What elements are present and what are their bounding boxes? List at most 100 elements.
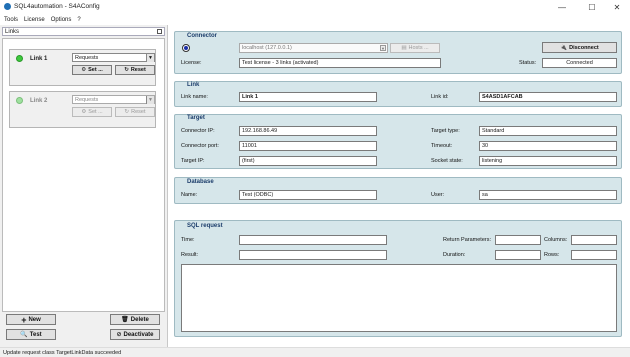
app-icon — [4, 3, 11, 10]
status-bar: Update request class TargetLinkData succ… — [0, 347, 630, 357]
disconnect-button[interactable]: 🔌 Disconnect — [542, 42, 617, 53]
link-2-set-button[interactable]: ⚙ Set ... — [72, 107, 112, 117]
sql-result-field — [239, 250, 387, 260]
rows-label: Rows: — [544, 252, 560, 258]
search-icon: 🔍 — [20, 332, 28, 338]
menu-tools[interactable]: Tools — [4, 17, 18, 23]
gear-icon: ⚙ — [81, 67, 87, 73]
link-card-2[interactable]: Link 2 Requests ▼ ⚙ Set ... ↻ Reset — [9, 91, 156, 128]
target-title: Target — [187, 115, 205, 121]
target-type-field[interactable]: Standard — [479, 126, 617, 136]
refresh-icon: ↻ — [124, 109, 130, 115]
rows-field — [571, 250, 617, 260]
menu-help[interactable]: ? — [77, 17, 80, 23]
connector-port-label: Connector port: — [181, 143, 219, 149]
link-2-request-select[interactable]: Requests ▼ — [72, 95, 155, 104]
db-user-label: User: — [431, 192, 445, 198]
sql-time-field — [239, 235, 387, 245]
sql-result-label: Result: — [181, 252, 199, 258]
sql-request-group: SQL request Time: Result: Return Paramet… — [174, 220, 622, 337]
plug-icon: 🔌 — [560, 44, 568, 51]
link-1-set-button[interactable]: ⚙ Set ... — [72, 65, 112, 75]
target-ip-field[interactable]: (first) — [239, 156, 377, 166]
connector-ip-label: Connector IP: — [181, 128, 215, 134]
license-field: Test license - 3 links (activated) — [239, 58, 441, 68]
delete-link-button[interactable]: 🗑 Delete — [110, 314, 160, 325]
status-label: Status: — [519, 60, 537, 66]
connector-port-field[interactable]: 11001 — [239, 141, 377, 151]
socket-state-label: Socket state: — [431, 158, 463, 164]
columns-field — [571, 235, 617, 245]
close-button[interactable]: ✕ — [606, 1, 628, 13]
window-title: SQL4automation - S4AConfig — [14, 3, 100, 10]
license-label: License: — [181, 60, 202, 66]
status-field: Connected — [542, 58, 617, 68]
link-1-request-value: Requests — [75, 55, 99, 61]
status-led-icon — [16, 55, 23, 62]
columns-label: Columns: — [544, 237, 568, 243]
deactivate-link-button[interactable]: ⊘ Deactivate — [110, 329, 160, 340]
server-icon: ▤ — [401, 45, 407, 51]
link-1-reset-button[interactable]: ↻ Reset — [115, 65, 155, 75]
server-select[interactable]: localhost (127.0.0.1) ▼ — [239, 43, 388, 53]
db-user-field[interactable]: sa — [479, 190, 617, 200]
target-ip-label: Target IP: — [181, 158, 205, 164]
gear-icon: ⚙ — [81, 109, 87, 115]
menu-bar: Tools License Options ? — [0, 14, 630, 25]
database-title: Database — [187, 179, 214, 185]
connector-group: Connector localhost (127.0.0.1) ▼ ▤ Hosts… — [174, 31, 622, 74]
db-name-label: Name: — [181, 192, 198, 198]
link-id-field: S4ASD1AFCAB — [479, 92, 617, 102]
hosts-button[interactable]: ▤ Hosts ... — [390, 43, 440, 53]
link-name-label: Link name: — [181, 94, 208, 100]
target-type-label: Target type: — [431, 128, 460, 134]
duration-label: Duration: — [443, 252, 466, 258]
link-1-request-select[interactable]: Requests ▼ — [72, 53, 155, 62]
timeout-label: Timeout: — [431, 143, 453, 149]
menu-options[interactable]: Options — [51, 17, 72, 23]
duration-field — [495, 250, 541, 260]
link-id-label: Link id: — [431, 94, 449, 100]
sql-request-title: SQL request — [187, 223, 223, 229]
socket-state-field: listening — [479, 156, 617, 166]
chevron-down-icon[interactable]: ▼ — [146, 54, 154, 62]
server-value: localhost (127.0.0.1) — [242, 45, 292, 51]
test-link-button[interactable]: 🔍 Test — [6, 329, 56, 340]
new-link-button[interactable]: + New — [6, 314, 56, 325]
link-2-reset-button[interactable]: ↻ Reset — [115, 107, 155, 117]
sql-output-area[interactable] — [181, 264, 617, 332]
connector-title: Connector — [187, 33, 217, 39]
minimize-button[interactable]: — — [551, 1, 573, 13]
link-name-field[interactable]: Link 1 — [239, 92, 377, 102]
panel-restore-icon[interactable] — [157, 29, 162, 34]
database-group: Database Name: Test (ODBC) User: sa — [174, 177, 622, 204]
link-1-label: Link 1 — [30, 56, 48, 62]
maximize-button[interactable]: ☐ — [581, 1, 603, 13]
title-bar: SQL4automation - S4AConfig — ☐ ✕ — [0, 0, 630, 14]
sql-time-label: Time: — [181, 237, 195, 243]
refresh-icon: ↻ — [124, 67, 129, 73]
connector-radio[interactable] — [182, 44, 190, 52]
trash-icon: 🗑 — [121, 317, 129, 323]
chevron-down-icon[interactable]: ▼ — [146, 96, 154, 104]
connector-ip-field[interactable]: 192.168.86.49 — [239, 126, 377, 136]
return-params-field — [495, 235, 541, 245]
status-led-icon — [16, 97, 23, 104]
chevron-down-icon[interactable]: ▼ — [380, 45, 386, 51]
links-panel-title: Links — [5, 29, 20, 35]
timeout-field[interactable]: 30 — [479, 141, 617, 151]
link-group: Link Link name: Link 1 Link id: S4ASD1AF… — [174, 81, 622, 107]
links-panel: Links Link 1 Requests ▼ ⚙ Set ... ↻ Reset … — [0, 25, 168, 347]
db-name-field[interactable]: Test (ODBC) — [239, 190, 377, 200]
link-group-title: Link — [187, 82, 200, 88]
menu-license[interactable]: License — [24, 17, 45, 23]
target-group: Target Connector IP: 192.168.86.49 Conne… — [174, 114, 622, 169]
link-card-1[interactable]: Link 1 Requests ▼ ⚙ Set ... ↻ Reset — [9, 49, 156, 86]
plus-icon: + — [21, 314, 27, 325]
link-2-label: Link 2 — [30, 98, 48, 104]
link-2-request-value: Requests — [75, 97, 99, 103]
links-list: Link 1 Requests ▼ ⚙ Set ... ↻ Reset Link 2… — [2, 38, 165, 312]
return-params-label: Return Parameters: — [443, 237, 491, 243]
block-icon: ⊘ — [116, 332, 122, 338]
links-panel-header: Links — [2, 27, 165, 36]
